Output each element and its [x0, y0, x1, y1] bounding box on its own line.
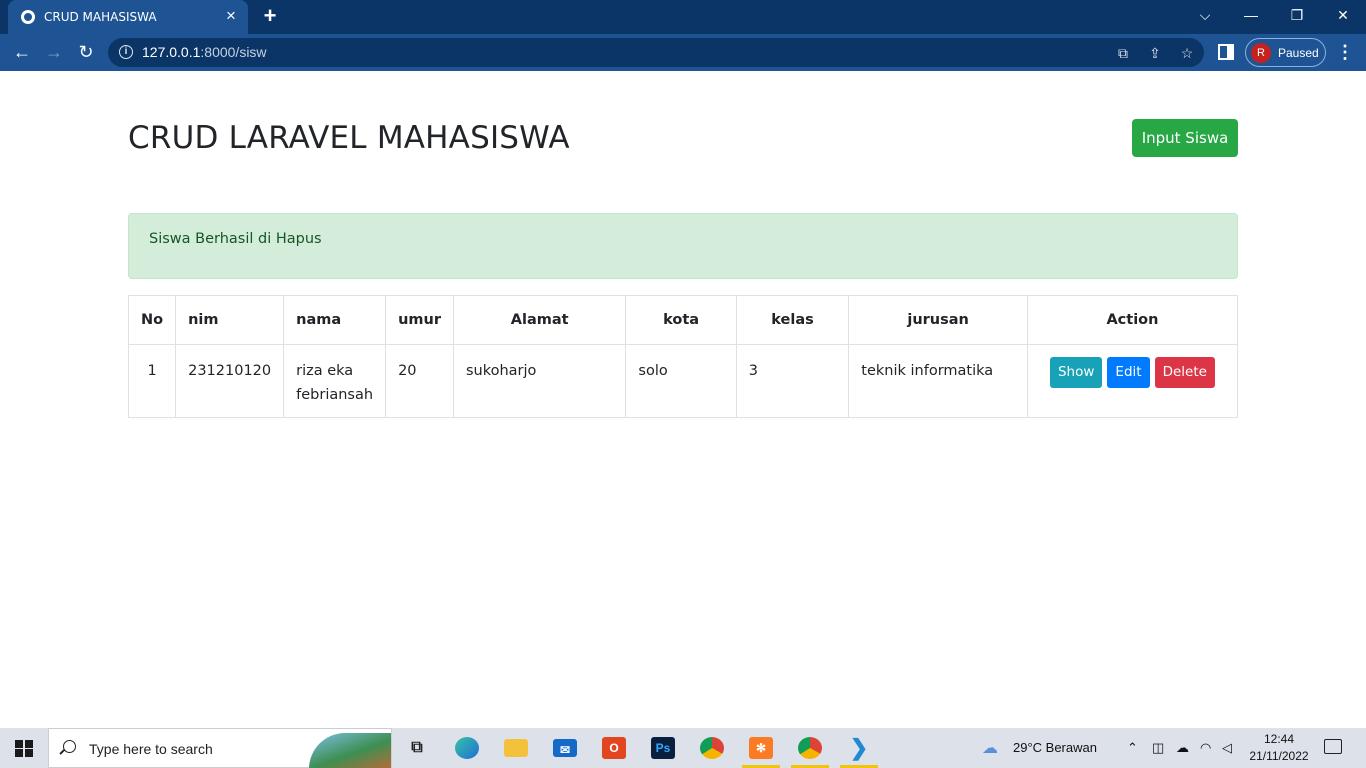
chrome-icon[interactable] [700, 737, 724, 759]
tab-search-icon[interactable]: ⌵ [1182, 0, 1228, 30]
header-jurusan: jurusan [848, 295, 1028, 345]
xampp-icon[interactable]: ✻ [749, 737, 773, 759]
avatar: R [1251, 43, 1271, 63]
close-window-button[interactable]: ✕ [1320, 0, 1366, 30]
office-icon[interactable]: O [602, 737, 626, 759]
taskbar-search[interactable]: Type here to search [48, 728, 392, 768]
tab-close-icon[interactable]: × [222, 7, 240, 25]
chevron-up-icon[interactable]: ⌃ [1127, 740, 1138, 756]
url-text[interactable]: 127.0.0.1:8000/sisw [142, 44, 267, 60]
header-no: No [127, 295, 177, 345]
header-kelas: kelas [735, 295, 850, 345]
cell-kota: solo [625, 344, 737, 418]
windows-taskbar: Type here to search ⧉ ✉ O Ps ✻ ❯ ☁ 29°C … [0, 728, 1366, 768]
header-alamat: Alamat [452, 295, 627, 345]
mail-icon[interactable]: ✉ [553, 739, 577, 757]
browser-tab-bar: CRUD MAHASISWA × + ⌵ — ❐ ✕ [0, 0, 1366, 34]
cell-no: 1 [127, 344, 177, 418]
header-nama: nama [283, 295, 387, 345]
share-icon[interactable]: ⇪ [1146, 44, 1164, 62]
globe-icon [21, 10, 35, 24]
onedrive-icon[interactable]: ☁ [1176, 740, 1189, 756]
file-explorer-icon[interactable] [504, 739, 528, 757]
browser-tab[interactable]: CRUD MAHASISWA × [8, 0, 248, 34]
photoshop-icon[interactable]: Ps [651, 737, 675, 759]
input-siswa-button[interactable]: Input Siswa [1132, 119, 1238, 157]
chrome-profile-icon[interactable] [798, 737, 822, 759]
success-alert: Siswa Berhasil di Hapus [128, 213, 1238, 279]
address-bar[interactable]: i 127.0.0.1:8000/sisw ⧉ ⇪ ☆ [108, 38, 1204, 67]
tab-title: CRUD MAHASISWA [44, 10, 157, 24]
side-panel-icon[interactable] [1218, 44, 1234, 60]
header-umur: umur [385, 295, 454, 345]
weather-text[interactable]: 29°C Berawan [1013, 740, 1097, 755]
reload-button[interactable]: ↻ [74, 40, 98, 64]
wifi-icon[interactable]: ◠ [1200, 740, 1211, 756]
cell-alamat: sukoharjo [452, 344, 627, 418]
new-tab-button[interactable]: + [258, 4, 282, 28]
show-button[interactable]: Show [1049, 357, 1103, 388]
cell-actions: Show Edit Delete [1026, 344, 1239, 418]
table-row: 1 231210120 riza eka febriansah 20 sukoh… [127, 344, 1239, 418]
search-highlight-image [309, 733, 391, 768]
restore-button[interactable]: ❐ [1274, 0, 1320, 30]
back-button[interactable]: ← [10, 40, 34, 64]
search-icon [63, 740, 76, 753]
notification-icon[interactable] [1324, 739, 1342, 754]
translate-icon[interactable]: ⧉ [1114, 44, 1132, 62]
clock-time: 12:44 [1263, 732, 1295, 746]
alert-message: Siswa Berhasil di Hapus [149, 231, 322, 247]
weather-icon[interactable]: ☁ [982, 738, 998, 758]
header-kota: kota [625, 295, 737, 345]
search-placeholder: Type here to search [89, 741, 213, 757]
profile-status: Paused [1278, 46, 1319, 60]
windows-start-icon[interactable] [15, 740, 33, 757]
meet-now-icon[interactable]: ◫ [1152, 740, 1164, 756]
cell-kelas: 3 [735, 344, 850, 418]
header-action: Action [1026, 295, 1239, 345]
header-nim: nim [175, 295, 285, 345]
bookmark-star-icon[interactable]: ☆ [1178, 44, 1196, 62]
delete-button[interactable]: Delete [1154, 357, 1215, 388]
cell-nim: 231210120 [175, 344, 285, 418]
page-title: CRUD LARAVEL MAHASISWA [128, 120, 570, 156]
forward-button[interactable]: → [42, 40, 66, 64]
cell-nama: riza eka febriansah [283, 344, 387, 418]
profile-button[interactable]: R Paused [1245, 38, 1326, 67]
minimize-button[interactable]: — [1228, 0, 1274, 30]
table-header-row: No nim nama umur Alamat kota kelas jurus… [127, 295, 1239, 345]
taskbar-clock[interactable]: 12:44 21/11/2022 [1244, 731, 1314, 765]
task-view-icon[interactable]: ⧉ [405, 737, 429, 759]
vscode-icon[interactable]: ❯ [847, 737, 871, 759]
edit-button[interactable]: Edit [1107, 357, 1150, 388]
clock-date: 21/11/2022 [1249, 749, 1309, 763]
volume-icon[interactable]: ◁ [1222, 740, 1232, 756]
menu-icon[interactable]: ⋮ [1336, 40, 1354, 64]
edge-icon[interactable] [455, 737, 479, 759]
cell-jurusan: teknik informatika [848, 344, 1028, 418]
students-table: No nim nama umur Alamat kota kelas jurus… [127, 295, 1239, 418]
browser-toolbar: ← → ↻ i 127.0.0.1:8000/sisw ⧉ ⇪ ☆ R Paus… [0, 34, 1366, 71]
site-info-icon[interactable]: i [119, 45, 133, 59]
cell-umur: 20 [385, 344, 454, 418]
